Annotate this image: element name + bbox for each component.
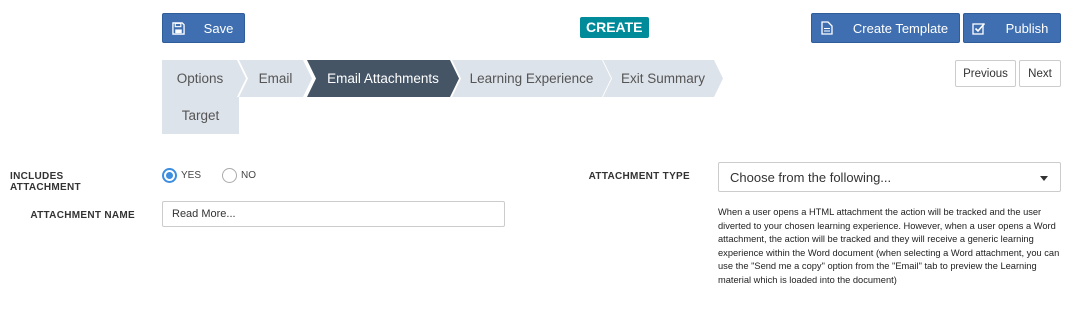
radio-yes-label: YES	[181, 170, 202, 181]
radio-no-label: NO	[241, 170, 256, 181]
attachment-name-input[interactable]	[162, 201, 505, 227]
floppy-disk-icon	[163, 14, 193, 42]
radio-unchecked-icon	[222, 168, 237, 183]
attachment-type-select[interactable]: Choose from the following...	[718, 162, 1061, 192]
create-badge: CREATE	[580, 17, 649, 38]
document-icon	[812, 14, 842, 42]
attachment-help-text: When a user opens a HTML attachment the …	[718, 207, 1060, 285]
create-template-label: Create Template	[852, 20, 949, 36]
attachment-name-label: ATTACHMENT NAME	[30, 210, 135, 221]
attachment-type-value: Choose from the following...	[730, 169, 892, 185]
step-email[interactable]: Email	[239, 60, 312, 97]
step-exit-summary[interactable]: Exit Summary	[603, 60, 723, 97]
step-label: Options	[176, 71, 224, 86]
next-button[interactable]: Next	[1019, 60, 1061, 87]
step-label: Target	[181, 108, 220, 123]
includes-attachment-label: INCLUDES ATTACHMENT	[10, 171, 81, 193]
previous-button[interactable]: Previous	[955, 60, 1016, 87]
caret-down-icon	[1040, 176, 1048, 181]
step-learning-experience[interactable]: Learning Experience	[452, 60, 611, 97]
attachment-type-label: ATTACHMENT TYPE	[588, 171, 690, 182]
step-target[interactable]: Target	[162, 97, 239, 134]
step-label: Email	[258, 71, 293, 86]
publish-label: Publish	[1005, 20, 1049, 36]
create-template-button[interactable]: Create Template	[811, 13, 960, 43]
step-label: Learning Experience	[469, 71, 594, 86]
radio-no[interactable]: NO	[222, 168, 256, 183]
publish-button[interactable]: Publish	[963, 13, 1061, 43]
radio-checked-icon	[162, 168, 177, 183]
wizard-steps: Options Email Email Attachments Learning…	[162, 60, 762, 140]
step-label: Email Attachments	[327, 71, 439, 86]
step-options[interactable]: Options	[162, 60, 246, 97]
radio-yes[interactable]: YES	[162, 168, 201, 183]
step-email-attachments[interactable]: Email Attachments	[307, 60, 459, 97]
checkbox-check-icon	[964, 14, 994, 42]
save-label: Save	[203, 20, 234, 36]
step-label: Exit Summary	[620, 71, 705, 86]
save-button[interactable]: Save	[162, 13, 245, 43]
